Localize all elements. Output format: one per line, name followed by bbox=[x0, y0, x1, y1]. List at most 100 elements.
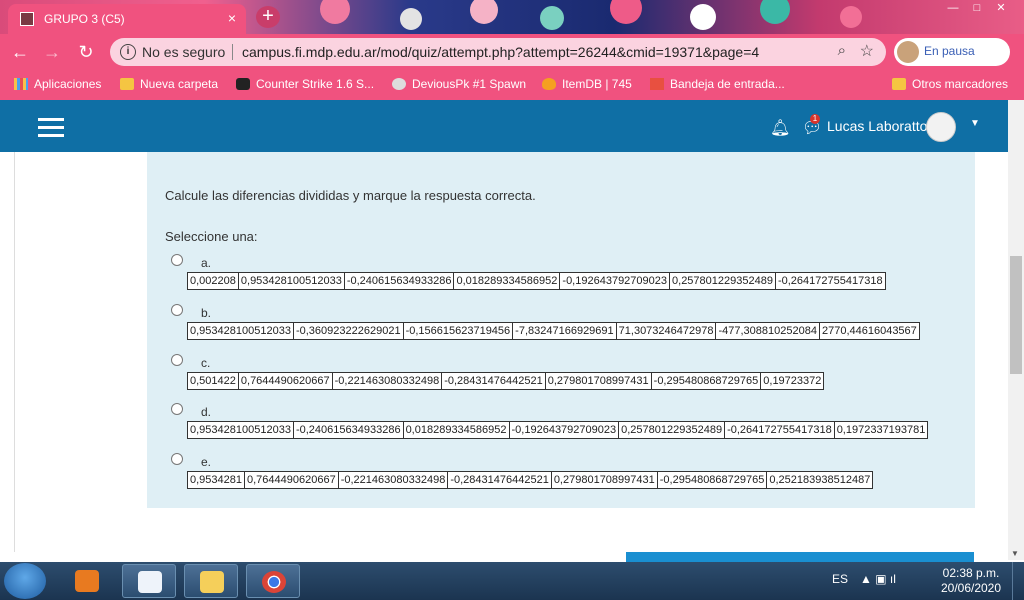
new-tab-button[interactable]: + bbox=[256, 6, 280, 28]
chrome-taskbar-button[interactable] bbox=[246, 564, 300, 598]
tab-close-icon[interactable]: × bbox=[228, 10, 236, 26]
bookmark-bandeja[interactable]: Bandeja de entrada... bbox=[650, 77, 785, 91]
browser-tab[interactable]: GRUPO 3 (C5) × bbox=[8, 4, 246, 34]
bookmark-counter-strike[interactable]: Counter Strike 1.6 S... bbox=[236, 77, 374, 91]
windows-taskbar: ES ▲ ▣ ıl 02:38 p.m. 20/06/2020 bbox=[0, 562, 1024, 600]
tray-icons[interactable]: ▲ ▣ ıl bbox=[860, 572, 896, 586]
table-cell: 0,018289334586952 bbox=[453, 272, 561, 290]
minimize-button[interactable]: — bbox=[942, 0, 964, 16]
table-cell: -0,295480868729765 bbox=[656, 471, 768, 489]
select-prompt: Seleccione una: bbox=[165, 229, 258, 244]
zoom-icon[interactable]: ⌕ bbox=[838, 42, 846, 59]
table-cell: 0,257801229352489 bbox=[669, 272, 776, 290]
user-avatar[interactable] bbox=[926, 112, 956, 142]
table-cell: 0,279801708997431 bbox=[544, 372, 652, 390]
table-cell: 0,19723372 bbox=[760, 372, 825, 390]
show-desktop-button[interactable] bbox=[1012, 562, 1024, 600]
divider bbox=[14, 152, 15, 552]
option-values-table: 0,501422 0,7644490620667 -0,221463080332… bbox=[187, 372, 825, 390]
user-menu-caret-icon[interactable]: ▼ bbox=[970, 118, 980, 129]
moodle-navbar: 🔔︎ 💬︎ 1 Lucas Laboratto ▼ bbox=[0, 100, 1008, 152]
cs-icon bbox=[236, 78, 250, 90]
scrollbar-thumb[interactable] bbox=[1010, 256, 1022, 374]
table-cell: 0,018289334586952 bbox=[402, 421, 510, 439]
file-explorer-button[interactable] bbox=[184, 564, 238, 598]
table-cell: -0,295480868729765 bbox=[650, 372, 762, 390]
table-cell: -0,28431476442521 bbox=[441, 372, 546, 390]
radio-button[interactable] bbox=[171, 453, 183, 465]
table-cell: 0,7644490620667 bbox=[237, 372, 333, 390]
more-menu-icon[interactable]: ⋮ bbox=[996, 42, 1012, 62]
page-scrollbar[interactable]: ▼ bbox=[1008, 100, 1024, 560]
table-cell: 0,953428100512033 bbox=[187, 322, 294, 340]
chrome-icon bbox=[262, 571, 286, 593]
option-letter: e. bbox=[201, 455, 212, 469]
option-values-table: 0,9534281 0,7644490620667 -0,22146308033… bbox=[187, 471, 874, 489]
notifications-bell-icon[interactable]: 🔔︎ bbox=[770, 118, 790, 138]
media-player-icon bbox=[75, 570, 99, 592]
profile-avatar bbox=[897, 41, 919, 63]
scroll-down-arrow-icon[interactable]: ▼ bbox=[1011, 549, 1019, 558]
option-letter: a. bbox=[201, 256, 212, 270]
question-box: Calcule las diferencias divididas y marq… bbox=[147, 152, 975, 508]
table-cell: -0,192643792709023 bbox=[508, 421, 620, 439]
url-text[interactable]: campus.fi.mdp.edu.ar/mod/quiz/attempt.ph… bbox=[242, 44, 759, 60]
forward-arrow-icon[interactable]: → bbox=[40, 40, 64, 64]
media-player-button[interactable] bbox=[60, 564, 114, 598]
radio-button[interactable] bbox=[171, 254, 183, 266]
table-cell: -0,264172755417318 bbox=[774, 272, 886, 290]
start-button[interactable] bbox=[4, 563, 46, 599]
table-cell: -0,240615634933286 bbox=[343, 272, 455, 290]
table-cell: 0,002208 bbox=[187, 272, 239, 290]
security-indicator[interactable]: No es seguro bbox=[142, 44, 225, 60]
question-text: Calcule las diferencias divididas y marq… bbox=[165, 188, 536, 203]
browser-toolbar: ← → ↻ i No es seguro campus.fi.mdp.edu.a… bbox=[0, 34, 1024, 70]
clock[interactable]: 02:38 p.m. 20/06/2020 bbox=[936, 566, 1006, 596]
radio-button[interactable] bbox=[171, 403, 183, 415]
reload-icon[interactable]: ↻ bbox=[74, 40, 98, 64]
bookmark-deviouspk[interactable]: DeviousPk #1 Spawn bbox=[392, 77, 526, 91]
option-letter: c. bbox=[201, 356, 211, 370]
favicon-icon bbox=[20, 12, 34, 26]
address-bar[interactable]: i No es seguro campus.fi.mdp.edu.ar/mod/… bbox=[110, 38, 886, 66]
bookmark-star-icon[interactable]: ☆ bbox=[860, 41, 874, 61]
taskbar-app-button[interactable] bbox=[122, 564, 176, 598]
bookmark-itemdb[interactable]: ItemDB | 745 bbox=[542, 77, 632, 91]
table-cell: -0,240615634933286 bbox=[292, 421, 404, 439]
table-cell: -0,156615623719456 bbox=[402, 322, 514, 340]
table-cell: 0,257801229352489 bbox=[618, 421, 726, 439]
table-cell: -477,308810252084 bbox=[715, 322, 820, 340]
table-cell: 0,7644490620667 bbox=[244, 471, 339, 489]
table-cell: 2770,44616043567 bbox=[818, 322, 920, 340]
option-letter: d. bbox=[201, 405, 212, 419]
close-window-button[interactable]: ✕ bbox=[990, 0, 1012, 16]
next-page-button[interactable] bbox=[626, 552, 974, 562]
bookmark-nueva-carpeta[interactable]: Nueva carpeta bbox=[120, 77, 218, 91]
user-name[interactable]: Lucas Laboratto bbox=[827, 118, 927, 134]
option-values-table: 0,002208 0,953428100512033 -0,2406156349… bbox=[187, 272, 886, 290]
profile-status: En pausa bbox=[924, 44, 975, 58]
radio-button[interactable] bbox=[171, 354, 183, 366]
back-arrow-icon[interactable]: ← bbox=[8, 40, 32, 64]
messages-badge: 1 bbox=[810, 114, 820, 124]
info-icon[interactable]: i bbox=[120, 44, 136, 60]
divider bbox=[232, 44, 233, 60]
theme-background bbox=[280, 0, 920, 34]
profile-button[interactable]: En pausa bbox=[894, 38, 1010, 66]
clock-time: 02:38 p.m. bbox=[942, 566, 1000, 580]
hamburger-menu-icon[interactable] bbox=[38, 118, 64, 137]
table-cell: 71,3073246472978 bbox=[615, 322, 717, 340]
maximize-button[interactable]: □ bbox=[966, 0, 988, 16]
radio-button[interactable] bbox=[171, 304, 183, 316]
table-cell: 0,953428100512033 bbox=[187, 421, 294, 439]
bookmark-apps[interactable]: Aplicaciones bbox=[14, 77, 101, 91]
table-cell: -0,360923222629021 bbox=[292, 322, 404, 340]
table-cell: 0,279801708997431 bbox=[550, 471, 658, 489]
folder-icon bbox=[200, 571, 224, 593]
language-indicator[interactable]: ES bbox=[832, 572, 848, 586]
bookmark-otros[interactable]: Otros marcadores bbox=[892, 77, 1008, 91]
folder-icon bbox=[120, 78, 134, 90]
window-controls: — □ ✕ bbox=[942, 0, 1012, 18]
flame-icon bbox=[542, 78, 556, 90]
tab-strip: GRUPO 3 (C5) × + — □ ✕ bbox=[0, 0, 1024, 34]
